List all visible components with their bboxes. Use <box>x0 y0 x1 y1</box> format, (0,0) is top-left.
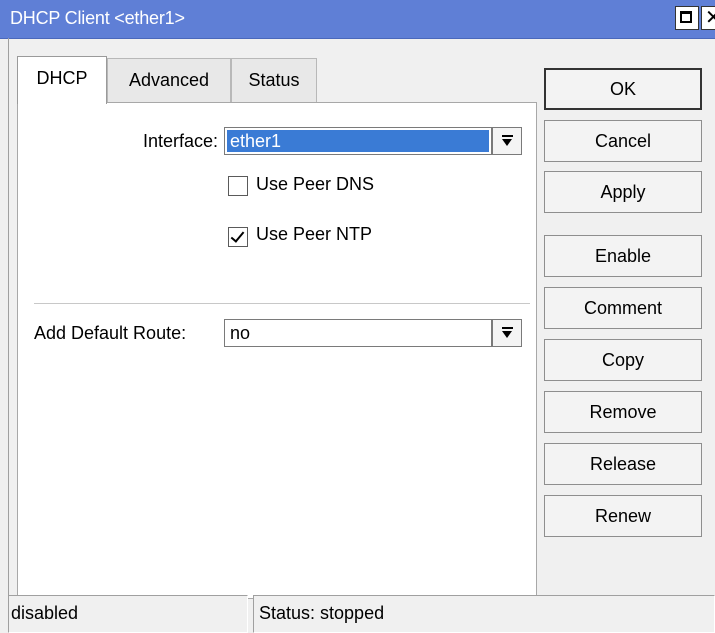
section-divider <box>34 303 530 305</box>
title-bar[interactable]: DHCP Client <ether1> ✕ <box>0 0 715 39</box>
tab-status-label: Status <box>248 70 300 90</box>
use-peer-dns-label: Use Peer DNS <box>256 174 375 194</box>
add-default-route-value: no <box>230 323 251 343</box>
status-text: Status: stopped <box>253 595 715 633</box>
cancel-button[interactable]: Cancel <box>544 120 702 162</box>
dhcp-panel: Interface: ether1 Use Peer DNS Use Peer … <box>17 102 537 599</box>
status-bar: disabled Status: stopped <box>0 595 715 633</box>
use-peer-ntp-label: Use Peer NTP <box>256 224 373 244</box>
comment-button[interactable]: Comment <box>544 287 702 329</box>
close-icon[interactable]: ✕ <box>701 6 715 30</box>
window-title: DHCP Client <ether1> <box>10 8 185 28</box>
copy-button[interactable]: Copy <box>544 339 702 381</box>
use-peer-dns-checkbox[interactable] <box>228 176 248 196</box>
apply-button[interactable]: Apply <box>544 171 702 213</box>
maximize-icon[interactable] <box>675 6 699 30</box>
tab-dhcp[interactable]: DHCP <box>17 56 107 104</box>
renew-button[interactable]: Renew <box>544 495 702 537</box>
interface-label: Interface: <box>142 131 218 151</box>
tab-advanced[interactable]: Advanced <box>107 58 231 102</box>
dropdown-arrow-icon[interactable] <box>492 127 522 155</box>
dropdown-arrow-icon[interactable] <box>492 319 522 347</box>
tab-dhcp-label: DHCP <box>36 68 88 88</box>
use-peer-ntp-checkbox[interactable] <box>228 227 248 247</box>
tab-advanced-label: Advanced <box>128 70 210 90</box>
interface-value: ether1 <box>227 130 285 152</box>
remove-button[interactable]: Remove <box>544 391 702 433</box>
release-button[interactable]: Release <box>544 443 702 485</box>
ok-button[interactable]: OK <box>544 68 702 110</box>
interface-select[interactable]: ether1 <box>224 127 492 155</box>
status-state: disabled <box>8 595 248 633</box>
add-default-route-label: Add Default Route: <box>34 323 187 343</box>
add-default-route-select[interactable]: no <box>224 319 492 347</box>
enable-button[interactable]: Enable <box>544 235 702 277</box>
tab-status[interactable]: Status <box>231 58 317 102</box>
